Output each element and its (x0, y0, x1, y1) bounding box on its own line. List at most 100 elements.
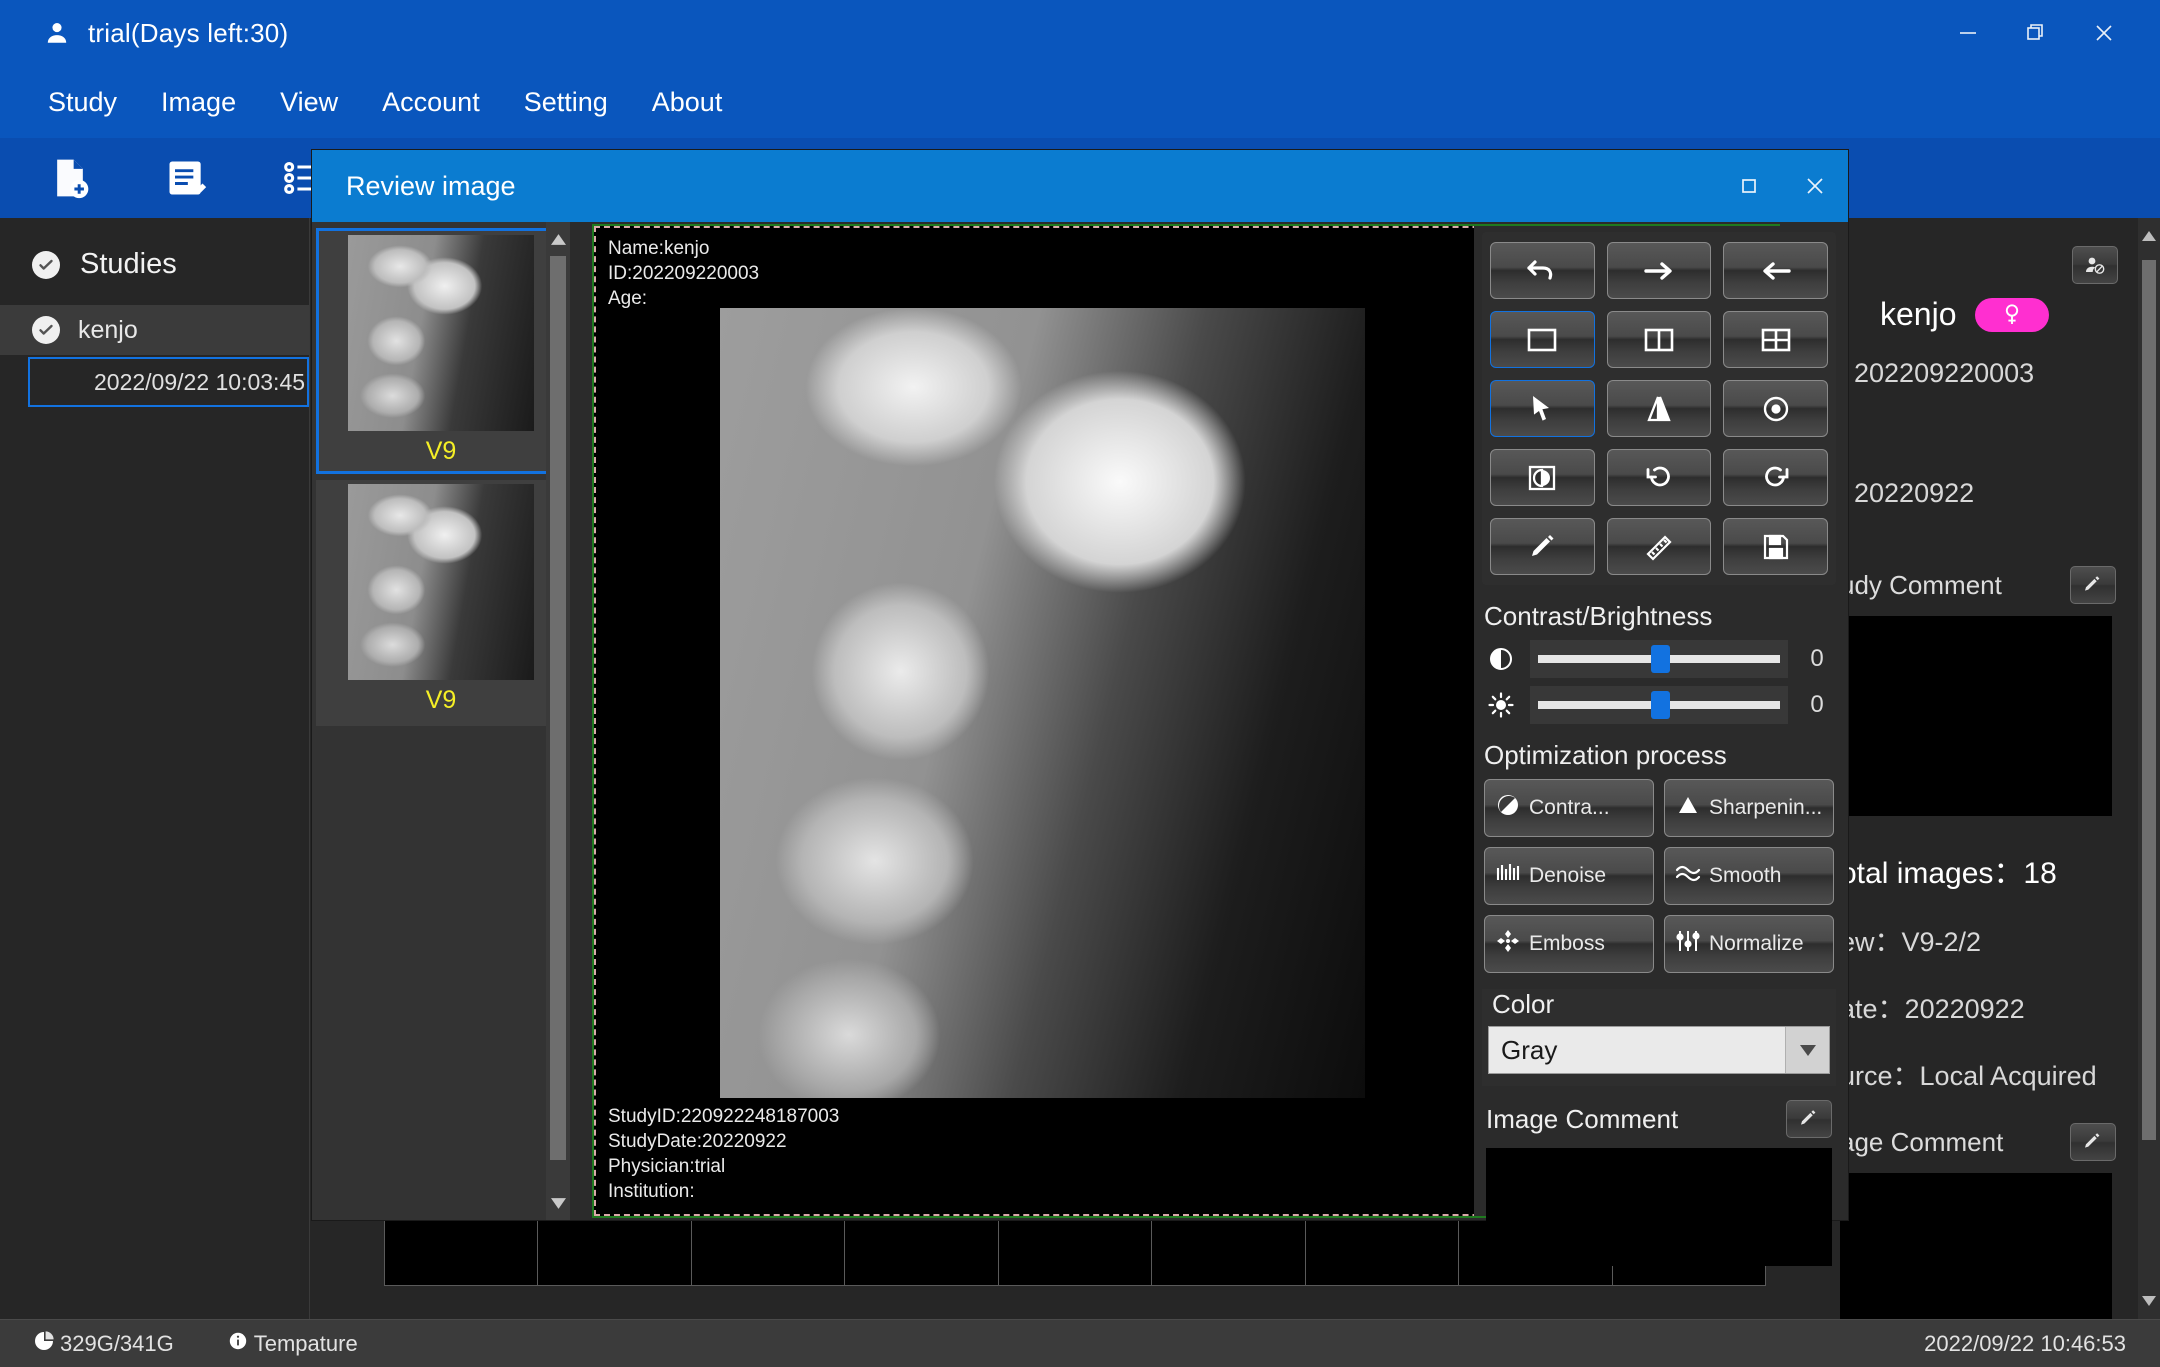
scrollbar-thumb[interactable] (2142, 260, 2156, 1140)
study-comment-label: udy Comment (1840, 570, 2002, 601)
image-comment-header: Image Comment (1486, 1100, 1832, 1138)
smooth-label: Smooth (1709, 864, 1781, 888)
menu-item-setting[interactable]: Setting (502, 81, 630, 124)
new-study-icon[interactable] (44, 152, 96, 204)
invert-contrast-icon[interactable] (1490, 449, 1595, 506)
sidebar-item-patient[interactable]: kenjo (0, 305, 309, 355)
menu-item-image[interactable]: Image (139, 81, 258, 124)
application-window: trial(Days left:30) Study Image View Acc… (0, 0, 2160, 1367)
tool-panel: Contrast/Brightness 0 (1474, 226, 1844, 1216)
menu-item-view[interactable]: View (258, 81, 360, 124)
contrast-slider[interactable] (1530, 640, 1788, 678)
image-comment-box-panel[interactable] (1840, 1173, 2112, 1321)
arrow-left-icon[interactable] (1723, 242, 1828, 299)
edit-study-icon[interactable] (160, 152, 212, 204)
thumbnail-scrollbar[interactable] (546, 222, 570, 1220)
ruler-measure-icon[interactable] (1607, 518, 1712, 575)
date-value: 20220922 (1905, 994, 2025, 1024)
smooth-wave-icon (1675, 860, 1701, 892)
view-label: ew： (1840, 927, 1902, 957)
thumbnail-label: V9 (426, 680, 457, 720)
storage-value: 329G/341G (60, 1331, 174, 1357)
normalize-sliders-icon (1675, 928, 1701, 960)
scrollbar-thumb[interactable] (550, 256, 566, 1160)
pointer-select-icon[interactable] (1490, 380, 1595, 437)
contrast-optimize-button[interactable]: Contra... (1484, 779, 1654, 837)
four-pane-layout-icon[interactable] (1723, 311, 1828, 368)
total-images-row: otal images：18 (1840, 848, 2138, 892)
chevron-down-icon[interactable] (1785, 1027, 1829, 1073)
save-icon[interactable] (1723, 518, 1828, 575)
slider-knob[interactable] (1651, 691, 1670, 719)
menu-item-account[interactable]: Account (360, 81, 502, 124)
image-comment-header-panel: age Comment (1840, 1123, 2138, 1161)
menu-item-about[interactable]: About (630, 81, 745, 124)
pencil-edit-icon[interactable] (1786, 1100, 1832, 1138)
contrast-slider-row: 0 (1484, 640, 1834, 678)
minimize-icon[interactable] (1934, 0, 2002, 66)
arrow-right-icon[interactable] (1607, 242, 1712, 299)
person-edit-icon[interactable] (2072, 246, 2118, 284)
smooth-button[interactable]: Smooth (1664, 847, 1834, 905)
rotate-right-icon[interactable] (1723, 449, 1828, 506)
sharpening-label: Sharpenin... (1709, 796, 1822, 820)
sharpening-button[interactable]: Sharpenin... (1664, 779, 1834, 837)
menu-item-study[interactable]: Study (26, 81, 139, 124)
restore-icon[interactable] (1716, 150, 1782, 222)
app-title: trial(Days left:30) (88, 18, 288, 49)
close-icon[interactable] (1782, 150, 1848, 222)
check-icon (32, 251, 60, 279)
color-select[interactable]: Gray (1488, 1026, 1830, 1074)
brightness-slider-row: 0 (1484, 686, 1834, 724)
studies-sidebar: Studies kenjo 2022/09/22 10:03:45 (0, 218, 310, 1319)
status-datetime: 2022/09/22 10:46:53 (1924, 1331, 2126, 1357)
sidebar-item-study-date[interactable]: 2022/09/22 10:03:45 (28, 357, 309, 407)
status-bar: 329G/341G Tempature 2022/09/22 10:46:53 (0, 1319, 2160, 1367)
close-icon[interactable] (2070, 0, 2138, 66)
image-comment-input[interactable] (1486, 1148, 1832, 1266)
thumbnail-image (348, 235, 534, 431)
studies-heading-label: Studies (80, 248, 177, 281)
thumbnail-item[interactable]: V9 (316, 480, 566, 726)
thumbnail-label: V9 (426, 431, 457, 471)
emboss-label: Emboss (1529, 932, 1605, 956)
temperature-value: Tempature (254, 1331, 358, 1357)
scroll-up-icon[interactable] (2138, 224, 2160, 248)
image-comment-label-panel: age Comment (1840, 1127, 2003, 1158)
scroll-up-icon[interactable] (546, 226, 570, 252)
sidebar-study-date-label: 2022/09/22 10:03:45 (94, 369, 305, 396)
total-images-label: otal images： (1840, 857, 2023, 890)
flip-horizontal-icon[interactable] (1607, 380, 1712, 437)
main-title-bar: trial(Days left:30) (0, 0, 2160, 66)
undo-icon[interactable] (1490, 242, 1595, 299)
emboss-button[interactable]: Emboss (1484, 915, 1654, 973)
scroll-down-icon[interactable] (546, 1190, 570, 1216)
main-scrollbar[interactable] (2138, 218, 2160, 1319)
emboss-diamond-icon (1495, 928, 1521, 960)
brightness-slider[interactable] (1530, 686, 1788, 724)
pencil-edit-icon[interactable] (2070, 1123, 2116, 1161)
study-comment-box[interactable] (1840, 616, 2112, 816)
thumbnail-item[interactable]: V9 (316, 228, 566, 474)
color-section-title: Color (1492, 989, 1830, 1020)
scroll-down-icon[interactable] (2138, 1289, 2160, 1313)
optimization-buttons: Contra... Sharpenin... (1484, 779, 1834, 973)
normalize-button[interactable]: Normalize (1664, 915, 1834, 973)
target-zoom-icon[interactable] (1723, 380, 1828, 437)
menu-bar: Study Image View Account Setting About (0, 66, 2160, 138)
dialog-controls (1716, 150, 1848, 222)
denoise-button[interactable]: Denoise (1484, 847, 1654, 905)
contrast-section-title: Contrast/Brightness (1484, 601, 1844, 632)
pencil-annotate-icon[interactable] (1490, 518, 1595, 575)
optimization-section-title: Optimization process (1484, 740, 1844, 771)
info-icon (228, 1331, 248, 1357)
restore-icon[interactable] (2002, 0, 2070, 66)
two-pane-layout-icon[interactable] (1607, 311, 1712, 368)
pencil-edit-icon[interactable] (2070, 566, 2116, 604)
view-value: V9-2/2 (1902, 927, 1982, 957)
slider-knob[interactable] (1651, 645, 1670, 673)
rotate-left-icon[interactable] (1607, 449, 1712, 506)
source-label: urce： (1840, 1061, 1920, 1091)
single-pane-layout-icon[interactable] (1490, 311, 1595, 368)
storage-pie-icon (34, 1331, 54, 1357)
